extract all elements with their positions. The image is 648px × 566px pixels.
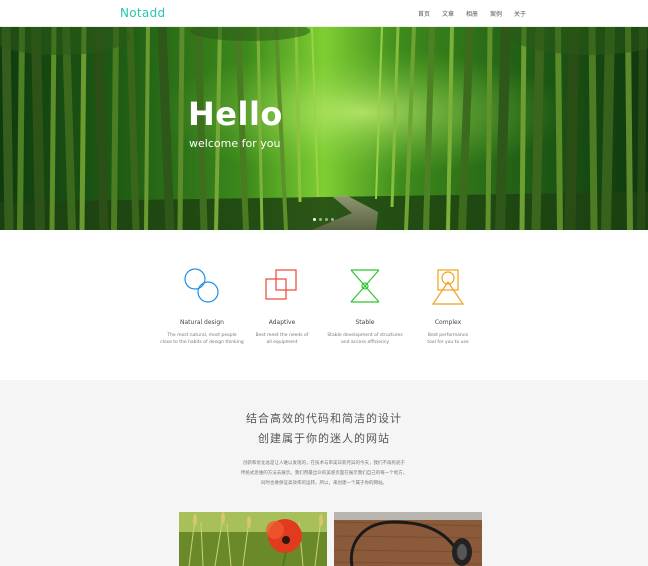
slogan-line-2: 创建属于你的迷人的网站 — [258, 432, 390, 445]
intro-section: 结合高效的代码和简洁的设计 创建属于你的迷人的网站 创新和优化总是让人难以发现的… — [0, 380, 648, 566]
nav-item-gallery[interactable]: 相册 — [466, 9, 478, 18]
slogan-line-1: 结合高效的代码和简洁的设计 — [246, 412, 402, 425]
hero-subtitle: welcome for you — [189, 137, 281, 150]
poppy-field-image — [179, 512, 327, 566]
nav-item-articles[interactable]: 文章 — [442, 9, 454, 18]
feature-complex: Complex Best performance tool for you to … — [398, 266, 498, 346]
top-header: Notadd 首页 文章 相册 案例 关于 — [0, 0, 648, 27]
main-nav: 首页 文章 相册 案例 关于 — [0, 9, 648, 21]
carousel-dots — [313, 218, 337, 223]
nav-item-about[interactable]: 关于 — [514, 9, 526, 18]
feature-description: Best performance tool for you to use — [427, 333, 469, 345]
gallery-thumbnail-headphones[interactable] — [334, 512, 482, 566]
two-circles-icon — [184, 268, 219, 303]
feature-title: Complex — [434, 319, 462, 326]
nav-item-home[interactable]: 首页 — [418, 9, 430, 18]
headphones-on-wood-image — [334, 512, 482, 566]
gallery-thumbnail-poppy[interactable] — [179, 512, 327, 566]
hourglass-icon — [350, 269, 380, 303]
bamboo-forest-image — [0, 27, 648, 230]
hero-title: Hello — [188, 95, 283, 133]
overlapping-squares-icon — [265, 269, 297, 300]
hero-banner: Hello welcome for you — [0, 27, 648, 230]
carousel-dot[interactable] — [319, 218, 322, 221]
triangle-square-icon — [431, 269, 465, 305]
features-section: Natural design The most natural, most pe… — [0, 230, 648, 380]
carousel-dot[interactable] — [325, 218, 328, 221]
carousel-dot[interactable] — [313, 218, 316, 221]
carousel-dot[interactable] — [331, 218, 334, 221]
nav-item-cases[interactable]: 案例 — [490, 9, 502, 18]
intro-paragraph: 创新和优化总是让人难以发现的，在技术与审美日新月异的今天，我们不再拘泥于 传统式… — [240, 461, 408, 486]
